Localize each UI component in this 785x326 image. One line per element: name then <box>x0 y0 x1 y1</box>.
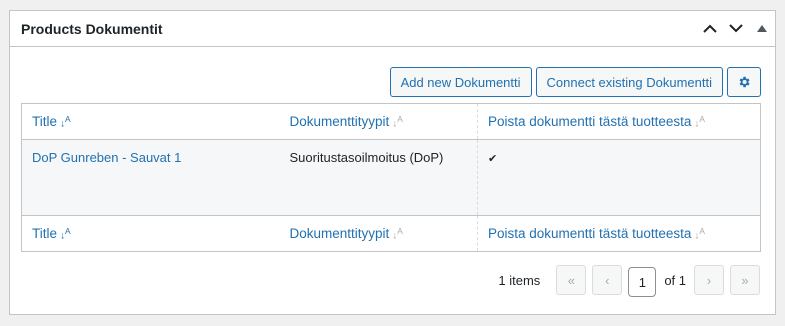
connect-existing-dokumentti-button[interactable]: Connect existing Dokumentti <box>535 67 723 97</box>
row-remove-cell: ✔ <box>477 139 761 216</box>
table-footer-row: Title ↓A Dokumenttityypit ↓A Poista dokume… <box>21 215 761 252</box>
sort-asc-icon: ↓A <box>60 225 71 242</box>
pagination: 1 items « ‹ of 1 › » <box>498 263 760 297</box>
sort-asc-icon: ↓A <box>60 113 71 130</box>
dokumentit-table: Title ↓A Dokumenttityypit ↓A Poista dokume… <box>21 103 761 252</box>
add-new-dokumentti-button[interactable]: Add new Dokumentti <box>389 67 532 97</box>
column-type-footer[interactable]: Dokumenttityypit ↓A <box>280 216 478 252</box>
toolbar: Add new Dokumentti Connect existing Doku… <box>389 67 761 97</box>
table-row: DoP Gunreben - Sauvat 1 Suoritustasoilmo… <box>21 139 761 216</box>
metabox-title: Products Dokumentit <box>21 20 163 37</box>
sort-icon: ↓A <box>392 225 403 242</box>
sort-icon: ↓A <box>694 225 705 242</box>
chevron-up-icon[interactable] <box>697 11 723 47</box>
sort-icon: ↓A <box>392 113 403 130</box>
gear-icon <box>739 76 750 88</box>
next-page-button[interactable]: › <box>694 265 724 295</box>
column-title-header[interactable]: Title ↓A <box>22 104 280 140</box>
current-page-input[interactable] <box>628 267 657 297</box>
row-title-cell: DoP Gunreben - Sauvat 1 <box>21 139 280 216</box>
checkmark-icon[interactable]: ✔ <box>488 153 497 165</box>
first-page-button[interactable]: « <box>556 265 587 295</box>
chevron-down-icon[interactable] <box>723 11 749 47</box>
triangle-up-icon[interactable] <box>749 11 775 47</box>
column-remove-footer[interactable]: Poista dokumentti tästä tuotteesta ↓A <box>477 215 761 252</box>
items-count: 1 items <box>498 272 541 288</box>
handle-actions <box>697 11 775 46</box>
column-remove-header[interactable]: Poista dokumentti tästä tuotteesta ↓A <box>477 103 761 140</box>
row-type-cell: Suoritustasoilmoitus (DoP) <box>279 139 478 216</box>
prev-page-button[interactable]: ‹ <box>592 265 623 295</box>
last-page-button[interactable]: » <box>730 265 760 295</box>
sort-icon: ↓A <box>694 113 705 130</box>
products-dokumentit-metabox: Products Dokumentit Add new Dokumentti C… <box>9 10 776 315</box>
column-title-footer[interactable]: Title ↓A <box>22 216 280 252</box>
page-total: of 1 <box>664 272 686 288</box>
metabox-header: Products Dokumentit <box>10 11 775 47</box>
column-type-header[interactable]: Dokumenttityypit ↓A <box>280 104 478 140</box>
row-title-link[interactable]: DoP Gunreben - Sauvat 1 <box>32 150 181 165</box>
settings-button[interactable] <box>727 67 761 97</box>
table-header-row: Title ↓A Dokumenttityypit ↓A Poista dokume… <box>21 103 761 140</box>
